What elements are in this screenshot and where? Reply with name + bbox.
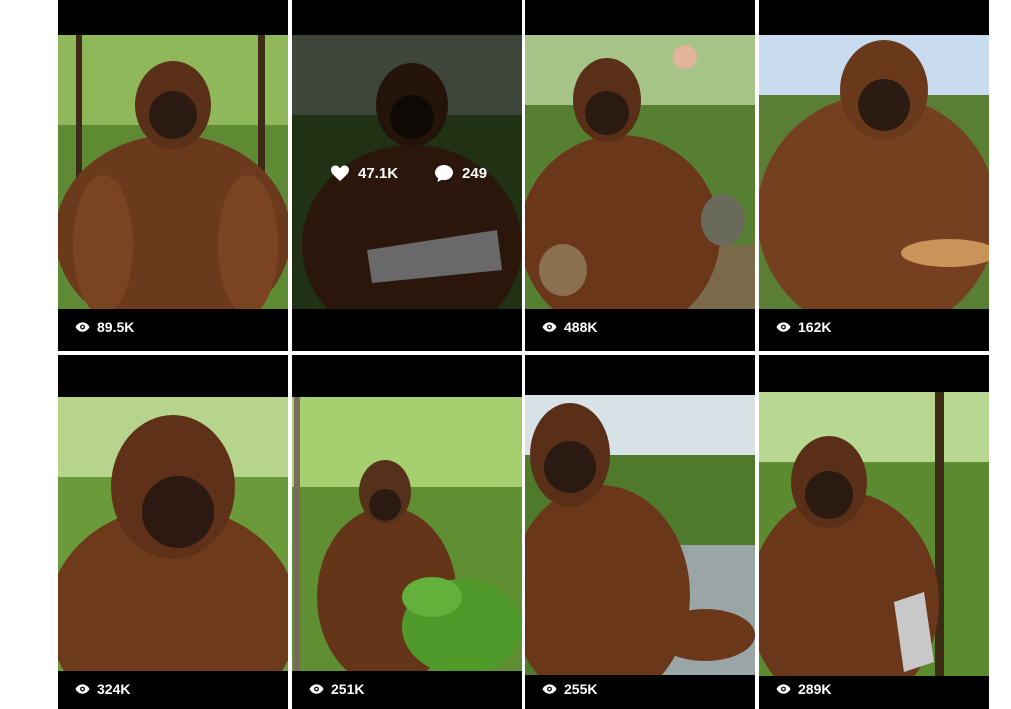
view-count-label: 251K <box>331 681 365 697</box>
video-tile[interactable]: 89.5K <box>58 0 288 351</box>
view-count-label: 89.5K <box>97 319 135 335</box>
likes-stat: 47.1K <box>330 163 398 183</box>
comments-stat: 249 <box>434 163 487 183</box>
view-count-label: 324K <box>97 681 131 697</box>
video-thumbnail <box>759 35 989 309</box>
video-thumbnail <box>58 397 288 671</box>
video-tile[interactable]: 289K <box>759 355 989 709</box>
video-tile[interactable]: 251K <box>292 355 522 709</box>
view-count: 162K <box>776 319 831 335</box>
video-thumbnail <box>759 392 989 676</box>
video-tile[interactable]: 488K <box>525 0 755 351</box>
view-count: 255K <box>542 681 597 697</box>
view-count: 324K <box>75 681 130 697</box>
eye-icon <box>776 322 791 332</box>
comments-count: 249 <box>462 164 488 182</box>
view-count: 89.5K <box>75 319 134 335</box>
heart-icon <box>331 165 349 181</box>
eye-icon <box>75 684 90 694</box>
eye-icon <box>542 684 557 694</box>
video-tile[interactable]: 324K <box>58 355 288 709</box>
eye-icon <box>776 684 791 694</box>
video-tile[interactable]: 162K <box>759 0 989 351</box>
comment-bubble-icon <box>435 165 454 182</box>
video-tile[interactable]: 255K <box>525 355 755 709</box>
view-count: 251K <box>309 681 364 697</box>
view-count-label: 162K <box>798 319 832 335</box>
video-tile[interactable]: 47.1K 249 <box>292 0 522 351</box>
video-thumbnail <box>525 395 755 675</box>
eye-icon <box>542 322 557 332</box>
eye-icon <box>75 322 90 332</box>
eye-icon <box>309 684 324 694</box>
likes-count: 47.1K <box>358 164 399 182</box>
video-grid: 89.5K 47.1K 249 488K 162K 324K 251K 255K… <box>58 0 990 709</box>
view-count: 488K <box>542 319 597 335</box>
view-count-label: 255K <box>564 681 598 697</box>
view-count: 289K <box>776 681 831 697</box>
video-thumbnail <box>525 35 755 309</box>
engagement-stats: 47.1K 249 <box>330 163 487 183</box>
view-count-label: 488K <box>564 319 598 335</box>
video-thumbnail <box>292 397 522 671</box>
video-thumbnail <box>58 35 288 309</box>
view-count-label: 289K <box>798 681 832 697</box>
